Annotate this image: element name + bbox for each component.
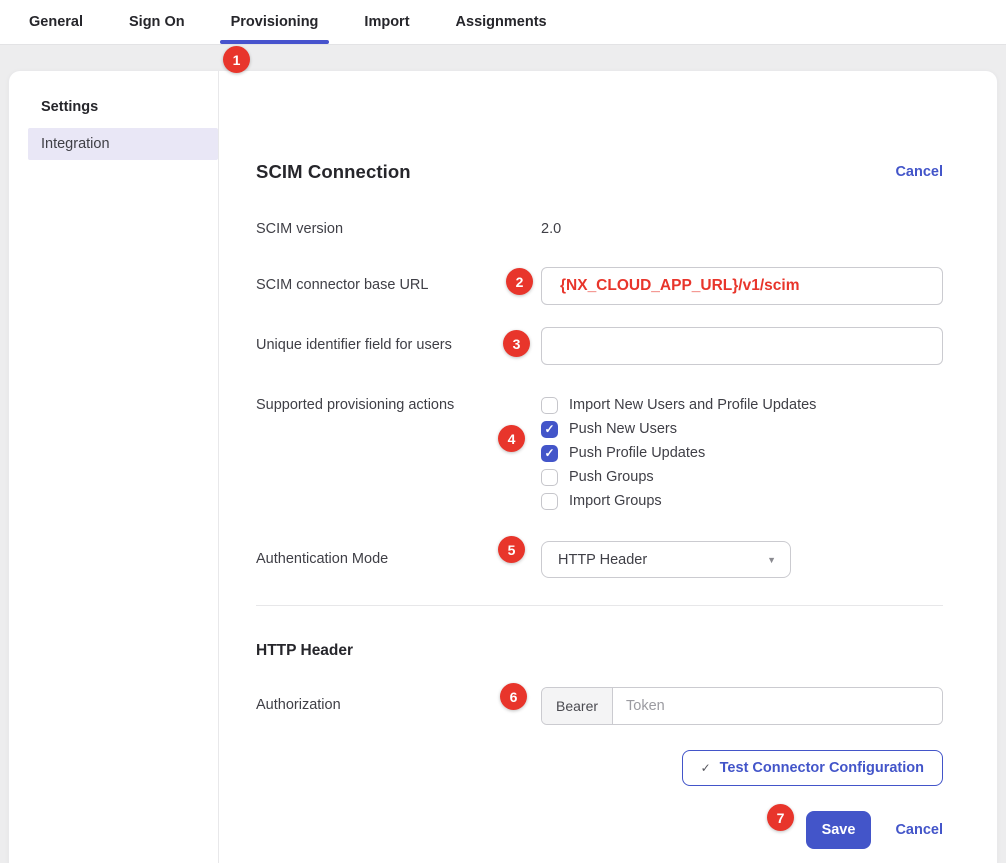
unique-identifier-label: Unique identifier field for users: [256, 327, 541, 353]
step-badge-1: 1: [223, 46, 250, 73]
authorization-label: Authorization: [256, 687, 541, 713]
page-title: SCIM Connection: [256, 161, 411, 183]
sidebar-item-label: Integration: [41, 136, 110, 152]
settings-sidebar: Settings Integration: [9, 71, 219, 863]
scim-version-label: SCIM version: [256, 221, 541, 237]
checkbox-icon[interactable]: [541, 397, 558, 414]
step-badge-4: 4: [498, 425, 525, 452]
scim-version-value: 2.0: [541, 221, 943, 237]
sidebar-header: Settings: [9, 99, 218, 115]
footer-cancel-link[interactable]: Cancel: [895, 822, 943, 838]
http-header-section-title: HTTP Header: [256, 642, 943, 660]
tab-provisioning[interactable]: Provisioning: [220, 0, 330, 44]
authorization-input-group: Bearer: [541, 687, 943, 725]
scim-connection-form: SCIM Connection Cancel SCIM version 2.0 …: [219, 71, 997, 863]
base-url-label: SCIM connector base URL: [256, 267, 541, 293]
save-button[interactable]: Save: [806, 811, 872, 849]
tab-sign-on[interactable]: Sign On: [118, 0, 196, 44]
step-badge-3: 3: [503, 330, 530, 357]
token-input[interactable]: [613, 688, 942, 724]
checkbox-import-new-users[interactable]: Import New Users and Profile Updates: [541, 393, 943, 417]
provisioning-card: Settings Integration SCIM Connection Can…: [8, 70, 998, 863]
step-badge-6: 6: [500, 683, 527, 710]
authentication-mode-value: HTTP Header: [558, 552, 647, 568]
tab-import[interactable]: Import: [353, 0, 420, 44]
tab-general[interactable]: General: [18, 0, 94, 44]
step-badge-2: 2: [506, 268, 533, 295]
unique-identifier-input[interactable]: [541, 327, 943, 365]
app-tab-bar: General Sign On Provisioning Import Assi…: [0, 0, 1006, 45]
base-url-input[interactable]: [541, 267, 943, 305]
checkbox-push-profile-updates[interactable]: Push Profile Updates: [541, 441, 943, 465]
checkbox-push-new-users[interactable]: Push New Users: [541, 417, 943, 441]
provisioning-actions-label: Supported provisioning actions: [256, 393, 541, 413]
checkbox-icon[interactable]: [541, 469, 558, 486]
checkbox-icon[interactable]: [541, 421, 558, 438]
checkbox-push-groups[interactable]: Push Groups: [541, 465, 943, 489]
provisioning-actions-group: Import New Users and Profile Updates Pus…: [541, 393, 943, 513]
check-icon: ✓: [701, 761, 711, 775]
section-divider: [256, 605, 943, 606]
tab-assignments[interactable]: Assignments: [445, 0, 558, 44]
header-cancel-link[interactable]: Cancel: [895, 164, 943, 180]
checkbox-icon[interactable]: [541, 445, 558, 462]
checkbox-icon[interactable]: [541, 493, 558, 510]
chevron-down-icon: ▼: [767, 555, 776, 565]
authentication-mode-select[interactable]: HTTP Header ▼: [541, 541, 791, 578]
sidebar-item-integration[interactable]: Integration: [28, 128, 218, 160]
step-badge-5: 5: [498, 536, 525, 563]
step-badge-7: 7: [767, 804, 794, 831]
bearer-prefix: Bearer: [542, 688, 613, 724]
test-connector-configuration-button[interactable]: ✓ Test Connector Configuration: [682, 750, 943, 786]
checkbox-import-groups[interactable]: Import Groups: [541, 489, 943, 513]
